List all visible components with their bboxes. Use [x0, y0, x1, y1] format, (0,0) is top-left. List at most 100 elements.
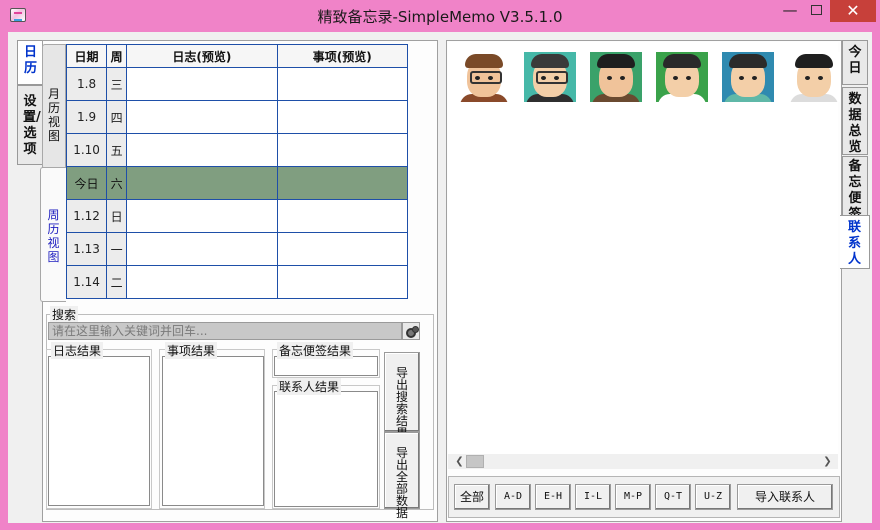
minimize-icon: —: [782, 1, 798, 19]
filter-i-l-button[interactable]: I-L: [575, 484, 611, 510]
table-row[interactable]: 1.10 五: [65, 133, 409, 167]
row-item-cell[interactable]: [276, 232, 409, 266]
diary-results-list[interactable]: [48, 356, 150, 506]
avatar-eye: [620, 76, 625, 80]
search-input[interactable]: [48, 322, 402, 340]
close-button[interactable]: ✕: [830, 0, 876, 22]
avatar-eye: [607, 76, 612, 80]
table-row[interactable]: 1.12 日: [65, 199, 409, 233]
avatar-hair: [597, 54, 635, 68]
contact-avatar[interactable]: [788, 52, 840, 102]
tab-week-view[interactable]: 周历视图: [40, 167, 66, 302]
export-search-results-button[interactable]: 导出搜索结果: [384, 352, 420, 439]
scroll-right-arrow-icon[interactable]: ❯: [821, 455, 834, 468]
contact-results-list[interactable]: [274, 391, 378, 507]
row-diary-cell[interactable]: [126, 232, 278, 266]
contact-results-label: 联系人结果: [277, 378, 342, 395]
export-all-data-button[interactable]: 导出全部数据: [384, 432, 420, 519]
contact-avatar[interactable]: [458, 52, 510, 102]
filter-a-d-button[interactable]: A-D: [495, 484, 531, 510]
avatar-eye: [686, 76, 691, 80]
filter-q-t-button[interactable]: Q-T: [655, 484, 691, 510]
contact-avatar[interactable]: [722, 52, 774, 102]
maximize-icon: [810, 5, 822, 15]
binoculars-icon[interactable]: [402, 322, 420, 340]
item-results-label: 事项结果: [165, 342, 218, 359]
table-row[interactable]: 1.14 二: [65, 265, 409, 299]
row-diary-cell[interactable]: [126, 67, 278, 101]
table-header-row: 日期 周 日志(预览) 事项(预览): [65, 44, 409, 68]
item-results-list[interactable]: [162, 356, 264, 506]
row-weekday: 五: [106, 133, 128, 167]
import-contacts-button[interactable]: 导入联系人: [737, 484, 833, 510]
contact-avatar[interactable]: [590, 52, 642, 102]
tab-settings-label: 设置/选项: [23, 94, 41, 157]
table-row[interactable]: 1.8 三: [65, 67, 409, 101]
row-date: 1.9: [65, 100, 108, 134]
diary-results-label: 日志结果: [51, 342, 104, 359]
row-diary-cell[interactable]: [126, 100, 278, 134]
row-diary-cell[interactable]: [126, 199, 278, 233]
row-diary-cell[interactable]: [126, 133, 278, 167]
tab-contacts[interactable]: 联系人: [840, 215, 870, 269]
filter-all-button[interactable]: 全部: [454, 484, 490, 510]
contact-avatar[interactable]: [656, 52, 708, 102]
contact-avatar-area: [448, 42, 840, 469]
avatar-hair: [531, 54, 569, 68]
avatar-glasses: [536, 71, 568, 84]
row-date: 1.10: [65, 133, 108, 167]
filter-m-p-button[interactable]: M-P: [615, 484, 651, 510]
table-row[interactable]: 1.13 一: [65, 232, 409, 266]
row-date: 1.12: [65, 199, 108, 233]
maximize-button[interactable]: [803, 0, 829, 22]
tab-week-view-label: 周历视图: [47, 208, 60, 264]
filter-e-h-button[interactable]: E-H: [535, 484, 571, 510]
horizontal-scrollbar[interactable]: [448, 454, 838, 469]
tab-today[interactable]: 今日: [842, 40, 868, 85]
tab-data-overview-label: 数据总览: [848, 92, 862, 155]
tab-contacts-label: 联系人: [847, 220, 861, 267]
row-date: 今日: [65, 166, 108, 200]
avatar-eye: [818, 76, 823, 80]
row-date: 1.8: [65, 67, 108, 101]
table-row-today[interactable]: 今日 六: [65, 166, 409, 200]
avatar-glasses: [470, 71, 502, 84]
tab-month-view[interactable]: 月历视图: [42, 44, 66, 169]
row-item-cell[interactable]: [276, 265, 409, 299]
row-weekday: 日: [106, 199, 128, 233]
client-area: 日历 设置/选项 月历视图 周历视图 日期 周 日志(预览) 事项(预览) 1.…: [8, 32, 872, 523]
row-diary-cell[interactable]: [126, 265, 278, 299]
memo-results-label: 备忘便签结果: [277, 342, 354, 359]
avatar-hair: [465, 54, 503, 68]
contact-avatar[interactable]: [524, 52, 576, 102]
tab-month-view-label: 月历视图: [47, 87, 60, 143]
tab-calendar[interactable]: 日历: [17, 40, 43, 85]
row-item-cell[interactable]: [276, 67, 409, 101]
table-row[interactable]: 1.9 四: [65, 100, 409, 134]
row-weekday: 一: [106, 232, 128, 266]
window-title: 精致备忘录-SimpleMemo V3.5.1.0: [317, 8, 563, 26]
row-weekday: 三: [106, 67, 128, 101]
tab-memo-notes[interactable]: 备忘便签: [842, 156, 868, 222]
memo-results-list[interactable]: [274, 356, 378, 376]
tab-data-overview[interactable]: 数据总览: [842, 87, 868, 155]
row-item-cell[interactable]: [276, 199, 409, 233]
header-diary-preview: 日志(预览): [126, 44, 278, 68]
export-search-results-label: 导出搜索结果: [395, 366, 408, 439]
row-diary-cell[interactable]: [126, 166, 278, 200]
avatar-eye: [739, 76, 744, 80]
scroll-left-arrow-icon[interactable]: ❮: [453, 455, 466, 468]
filter-u-z-button[interactable]: U-Z: [695, 484, 731, 510]
row-date: 1.13: [65, 232, 108, 266]
minimize-button[interactable]: —: [777, 0, 803, 22]
row-item-cell[interactable]: [276, 133, 409, 167]
search-group-label: 搜索: [50, 306, 79, 323]
close-icon: ✕: [846, 1, 860, 20]
header-item-preview: 事项(预览): [276, 44, 409, 68]
row-weekday: 六: [106, 166, 128, 200]
row-item-cell[interactable]: [276, 166, 409, 200]
row-item-cell[interactable]: [276, 100, 409, 134]
scrollbar-thumb[interactable]: [466, 455, 484, 468]
tab-calendar-label: 日历: [23, 45, 37, 76]
tab-settings[interactable]: 设置/选项: [17, 85, 43, 165]
